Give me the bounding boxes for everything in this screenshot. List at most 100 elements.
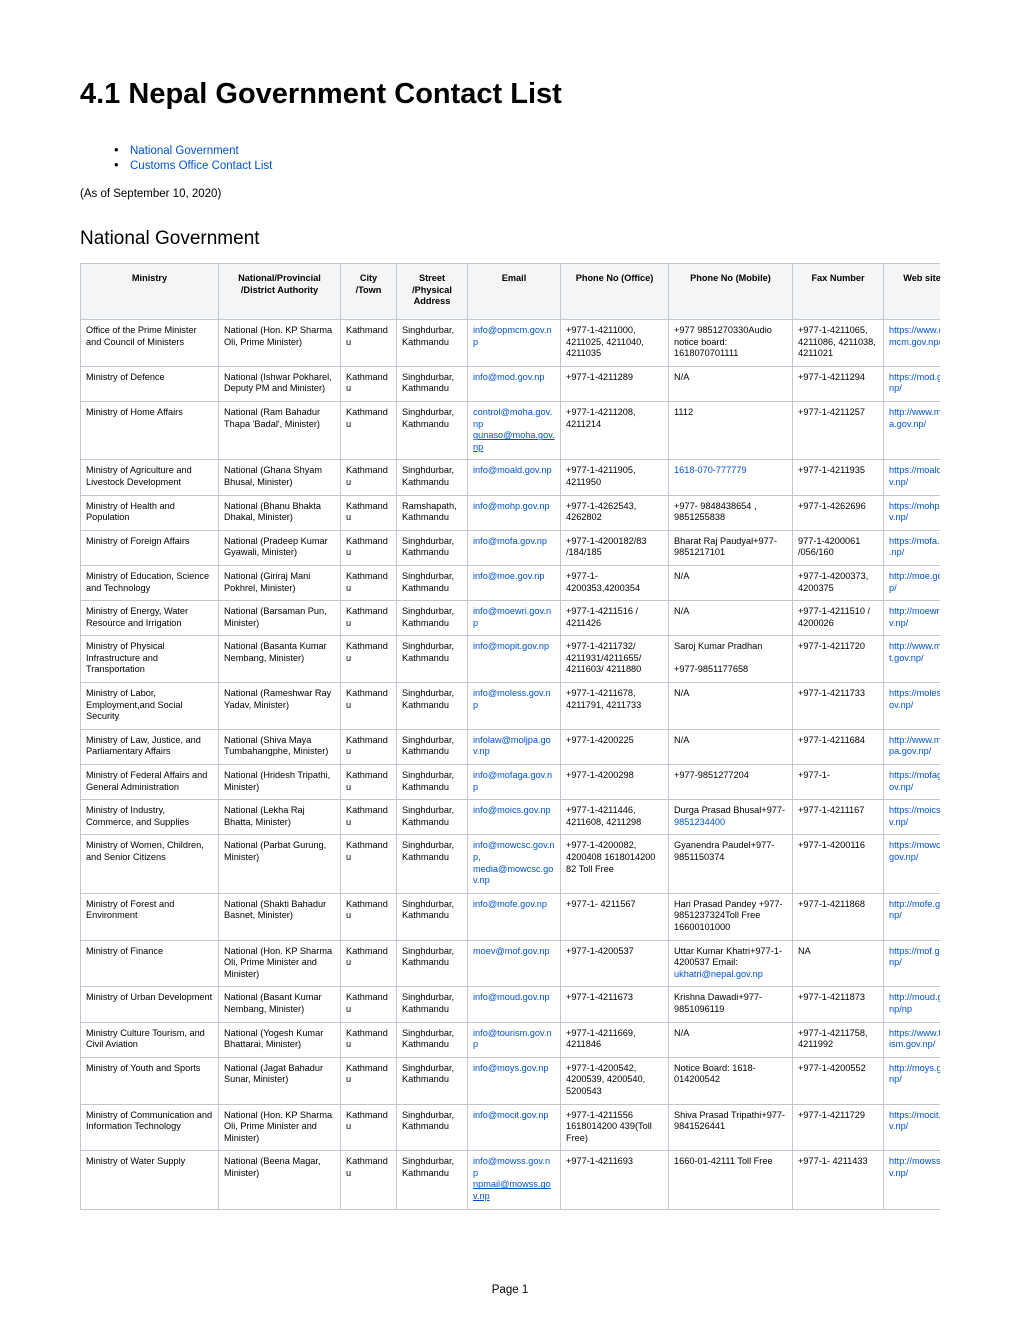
street-address: Singhdurbar, Kathmandu xyxy=(402,325,455,347)
cell-website: https://moics.gov.np/ xyxy=(883,799,940,836)
street-address: Singhdurbar, Kathmandu xyxy=(402,1027,455,1050)
phone-mobile-link[interactable]: 1618-070-777779 xyxy=(674,465,747,475)
table-row: Ministry of Forest and Environment Nation… xyxy=(80,892,940,941)
email-link[interactable]: info@moics.gov.np xyxy=(473,805,551,815)
email-link-secondary[interactable]: npmail@mowss.gov.np xyxy=(473,1179,551,1201)
phone-office: +977-1- 4211567 xyxy=(566,898,636,909)
fax-number: +977-1-4200552 xyxy=(798,1062,866,1073)
city-name: Kathmandu xyxy=(346,688,388,710)
fax-number: 977-1-4200061 /056/160 xyxy=(798,535,861,558)
street-address: Singhdurbar, Kathmandu xyxy=(402,371,455,394)
email-link[interactable]: info@moald.gov.np xyxy=(473,465,552,475)
website-link[interactable]: https://moless.gov.np/ xyxy=(889,688,940,710)
email-link[interactable]: info@moless.gov.np xyxy=(473,688,551,710)
phone-mobile-link[interactable]: ukhatri@nepal.gov.np xyxy=(674,969,763,979)
email-link[interactable]: info@mofaga.gov.np xyxy=(473,770,552,792)
toc-link-national-government[interactable]: National Government xyxy=(112,142,272,159)
authority-name: National (Giriraj Mani Pokhrel, Minister… xyxy=(224,570,311,593)
cell-street: Singhdurbar, Kathmandu xyxy=(396,1021,468,1058)
fax-number: +977-1- xyxy=(798,770,830,781)
website-link[interactable]: https://mof.gov.np/ xyxy=(889,946,940,968)
phone-mobile: 1112 xyxy=(674,406,694,417)
toc-link-customs-office[interactable]: Customs Office Contact List xyxy=(112,157,272,174)
email-link[interactable]: info@opmcm.gov.np xyxy=(473,325,552,347)
street-address: Singhdurbar, Kathmandu xyxy=(402,734,455,757)
authority-name: National (Hon. KP Sharma Oli, Prime Mini… xyxy=(224,325,333,347)
email-link[interactable]: info@mofe.gov.np xyxy=(473,899,547,909)
phone-mobile-secondary: +977-9851177658 xyxy=(674,664,749,675)
cell-fax: +977-1- xyxy=(792,764,884,801)
ministry-name: Ministry of Federal Affairs and General … xyxy=(86,770,208,792)
cell-ministry: Ministry Culture Tourism, and Civil Avia… xyxy=(80,1021,219,1058)
website-link[interactable]: http://www.mopit.gov.np/ xyxy=(889,641,940,663)
website-link[interactable]: http://www.moljpa.gov.np/ xyxy=(889,735,940,757)
email-link[interactable]: infolaw@moljpa.gov.np xyxy=(473,735,551,757)
website-link[interactable]: http://moewri.gov.np/ xyxy=(889,606,940,628)
website-link[interactable]: https://mowcsc.gov.np/ xyxy=(889,840,940,862)
website-link[interactable]: http://moud.gov.np/np xyxy=(889,992,940,1014)
cell-phone-mobile: +977- 9848438654 , 9851255838 xyxy=(668,494,793,531)
email-link[interactable]: control@moha.gov.np xyxy=(473,407,552,429)
authority-name: National (Ram Bahadur Thapa 'Badal', Min… xyxy=(224,406,321,429)
website-link[interactable]: https://moics.gov.np/ xyxy=(889,805,940,827)
email-link[interactable]: info@moe.gov.np xyxy=(473,571,544,581)
phone-mobile: N/A xyxy=(674,606,690,617)
email-link[interactable]: info@mowcsc.gov.np, media@mowcsc.gov.np xyxy=(473,840,555,885)
phone-mobile-link[interactable]: 9851234400 xyxy=(674,817,725,827)
cell-phone-office: +977-1- 4211567 xyxy=(560,892,669,941)
email-link[interactable]: info@moud.gov.np xyxy=(473,992,550,1002)
cell-phone-office: +977-1-4211516 / 4211426 xyxy=(560,600,669,637)
phone-office: +977-1-4211732/ 4211931/4211655/ 4211603… xyxy=(566,641,642,675)
street-address: Singhdurbar, Kathmandu xyxy=(402,641,455,663)
email-link[interactable]: info@moewri.gov.np xyxy=(473,606,551,628)
city-name: Kathmandu xyxy=(346,500,388,523)
website-link[interactable]: https://moald.gov.np/ xyxy=(889,465,940,487)
email-link[interactable]: info@moys.gov.np xyxy=(473,1063,549,1073)
cell-city: Kathmandu xyxy=(340,728,397,766)
website-link[interactable]: https://mod.gov.np/ xyxy=(889,372,940,394)
cell-website: http://www.moljpa.gov.np/ xyxy=(883,728,940,766)
cell-authority: National (Shakti Bahadur Basnet, Ministe… xyxy=(218,892,341,941)
website-link[interactable]: https://mocit.gov.np/ xyxy=(889,1110,940,1132)
city-name: Kathmandu xyxy=(346,1062,388,1085)
cell-ministry: Ministry of Finance xyxy=(80,939,219,988)
website-link[interactable]: https://mofaga.gov.np/ xyxy=(889,770,940,792)
email-link[interactable]: info@mopit.gov.np xyxy=(473,641,549,651)
website-link[interactable]: http://www.moha.gov.np/ xyxy=(889,407,940,429)
street-address: Singhdurbar, Kathmandu xyxy=(402,606,455,628)
street-address: Singhdurbar, Kathmandu xyxy=(402,406,455,429)
cell-ministry: Ministry of Foreign Affairs xyxy=(80,529,219,566)
phone-office: +977-1-4211289 xyxy=(566,371,634,382)
email-link[interactable]: moev@mof.gov.np xyxy=(473,946,550,956)
authority-name: National (Ghana Shyam Bhusal, Minister) xyxy=(224,465,323,487)
email-link[interactable]: info@mohp.gov.np xyxy=(473,501,550,511)
ministry-name: Ministry of Communication and Informatio… xyxy=(86,1109,213,1132)
phone-mobile: Krishna Dawadi+977-9851096119 xyxy=(674,992,763,1014)
authority-name: National (Hridesh Tripathi, Minister) xyxy=(224,770,331,792)
cell-email: info@mohp.gov.np xyxy=(467,494,561,531)
phone-office: +977-1-4211905, 4211950 xyxy=(566,465,636,487)
cell-city: Kathmandu xyxy=(340,1103,397,1152)
email-link[interactable]: info@tourism.gov.np xyxy=(473,1028,552,1050)
cell-authority: National (Bhanu Bhakta Dhakal, Minister) xyxy=(218,494,341,531)
email-link[interactable]: info@mofa.gov.np xyxy=(473,536,547,546)
email-link-secondary[interactable]: gunaso@moha.gov.np xyxy=(473,430,555,452)
email-link[interactable]: info@mod.gov.np xyxy=(473,372,544,382)
website-link[interactable]: https://www.tourism.gov.np/ xyxy=(889,1028,940,1050)
email-link[interactable]: info@mowss.gov.np xyxy=(473,1156,550,1178)
ministry-name: Ministry of Physical Infrastructure and … xyxy=(86,641,165,675)
website-link[interactable]: https://www.opmcm.gov.np/ xyxy=(889,325,940,347)
page-number: Page 1 xyxy=(491,1284,529,1296)
cell-authority: National (Ishwar Pokharel, Deputy PM and… xyxy=(218,365,341,402)
website-link[interactable]: http://moe.gov.np/ xyxy=(889,571,940,593)
website-link[interactable]: http://mofe.gov.np/ xyxy=(889,899,940,921)
email-link[interactable]: info@mocit.gov.np xyxy=(473,1110,549,1120)
website-link[interactable]: https://mohp.gov.np/ xyxy=(889,501,940,523)
website-link[interactable]: http://mowss.gov.np/ xyxy=(889,1156,940,1178)
phone-office: +977-1-4211208, 4211214 xyxy=(566,406,636,429)
cell-ministry: Office of the Prime Minister and Council… xyxy=(80,319,219,367)
phone-office: +977-1-4262543, 4262802 xyxy=(566,500,637,523)
website-link[interactable]: https://mofa.gov.np/ xyxy=(889,536,940,558)
cell-street: Ramshapath, Kathmandu xyxy=(396,494,468,531)
website-link[interactable]: http://moys.gov.np/ xyxy=(889,1063,940,1085)
